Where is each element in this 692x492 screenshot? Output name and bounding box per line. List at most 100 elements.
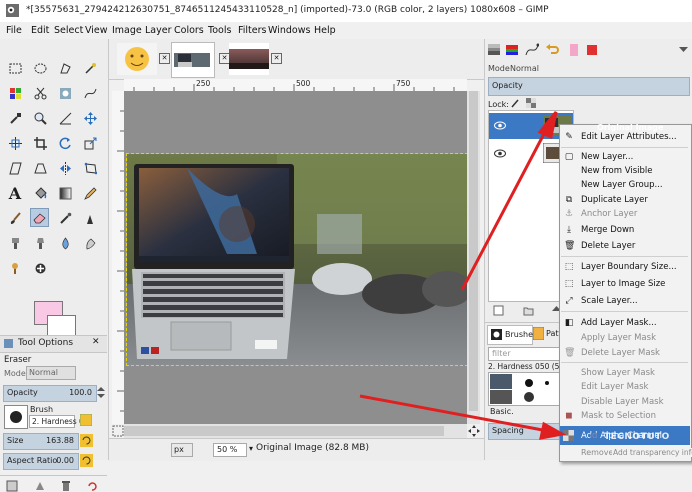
zoom-icon[interactable] xyxy=(31,109,49,127)
delete-options-icon[interactable] xyxy=(60,480,72,492)
bucket-fill-icon[interactable] xyxy=(31,184,49,202)
clone-icon[interactable] xyxy=(6,234,24,252)
heal-icon[interactable] xyxy=(31,259,49,277)
menu-item-delete-layer[interactable]: Delete Layer xyxy=(581,241,635,251)
shear-icon[interactable] xyxy=(6,159,24,177)
menu-edit[interactable]: Edit xyxy=(31,25,49,36)
menu-tools[interactable]: Tools xyxy=(208,25,231,36)
layers-tab-icon[interactable] xyxy=(487,43,501,57)
eraser-icon[interactable] xyxy=(30,208,49,227)
rect-select-icon[interactable] xyxy=(6,59,24,77)
ellipse-select-icon[interactable] xyxy=(31,59,49,77)
menu-item-new-layer-group[interactable]: New Layer Group... xyxy=(581,180,663,190)
menu-colors[interactable]: Colors xyxy=(174,25,204,36)
smudge-icon[interactable] xyxy=(81,234,99,252)
close-tab-icon[interactable]: ✕ xyxy=(271,53,282,64)
brushes-tab-icon[interactable] xyxy=(567,43,581,57)
horizontal-scrollbar[interactable] xyxy=(124,424,467,438)
menu-item-layer-to-image-size[interactable]: Layer to Image Size xyxy=(581,279,665,289)
tool-options-tab[interactable]: Tool Options ✕ xyxy=(0,335,107,353)
image-canvas[interactable] xyxy=(126,153,468,366)
cage-transform-icon[interactable] xyxy=(81,159,99,177)
select-by-color-icon[interactable] xyxy=(6,84,24,102)
size-slider[interactable]: Size 163.88 xyxy=(3,433,79,450)
reset-options-icon[interactable] xyxy=(86,480,98,492)
unit-select[interactable]: px xyxy=(171,443,193,457)
quick-mask-icon[interactable] xyxy=(112,424,124,438)
zoom-dropdown-icon[interactable]: ▾ xyxy=(249,444,253,453)
lock-pixels-icon[interactable] xyxy=(511,98,521,108)
pencil-icon[interactable] xyxy=(81,184,99,202)
foreground-select-icon[interactable] xyxy=(56,84,74,102)
brush-edit-icon[interactable] xyxy=(80,414,92,426)
text-tool-icon[interactable]: A xyxy=(6,184,24,203)
menu-image[interactable]: Image xyxy=(112,25,142,36)
opacity-spin-icon[interactable] xyxy=(97,387,105,398)
colors-tab-icon[interactable] xyxy=(585,43,599,57)
perspective-icon[interactable] xyxy=(31,159,49,177)
menu-select[interactable]: Select xyxy=(54,25,83,36)
menu-item-merge-down[interactable]: Merge Down xyxy=(581,225,634,235)
layer-name-original[interactable]: Original Image xyxy=(597,123,663,132)
zoom-select[interactable]: 50 % xyxy=(213,443,247,457)
patterns-tab[interactable]: Patt xyxy=(533,325,562,343)
dodge-burn-icon[interactable] xyxy=(6,259,24,277)
image-tab-2[interactable]: ✕ xyxy=(171,42,230,78)
flip-icon[interactable] xyxy=(56,159,74,177)
lock-alpha-icon[interactable] xyxy=(526,98,536,108)
move-icon[interactable] xyxy=(81,109,99,127)
menu-layer[interactable]: Layer xyxy=(145,25,172,36)
menu-item-duplicate-layer[interactable]: Duplicate Layer xyxy=(581,195,648,205)
brush-name-field[interactable]: 2. Hardness 0 xyxy=(29,415,84,428)
crop-icon[interactable] xyxy=(31,134,49,152)
new-group-icon[interactable] xyxy=(523,305,534,316)
gradient-icon[interactable] xyxy=(56,184,74,202)
menu-item-add-layer-mask[interactable]: Add Layer Mask... xyxy=(581,318,657,328)
channels-tab-icon[interactable] xyxy=(505,43,519,57)
menu-item-scale-layer[interactable]: Scale Layer... xyxy=(581,296,638,306)
menu-view[interactable]: View xyxy=(85,25,108,36)
scroll-thumb[interactable] xyxy=(469,91,478,411)
save-options-icon[interactable] xyxy=(6,480,18,492)
menu-filters[interactable]: Filters xyxy=(238,25,266,36)
fuzzy-select-icon[interactable] xyxy=(81,59,99,77)
layer-opacity-slider[interactable]: Opacity xyxy=(488,77,690,96)
opacity-slider[interactable]: Opacity 100.0 xyxy=(3,385,97,402)
paintbrush-icon[interactable] xyxy=(6,209,24,227)
color-picker-icon[interactable] xyxy=(6,109,24,127)
scissors-icon[interactable] xyxy=(31,84,49,102)
layer-mode-value[interactable]: Normal xyxy=(510,64,539,73)
new-layer-icon[interactable] xyxy=(493,305,504,316)
navigate-icon[interactable] xyxy=(468,425,480,437)
restore-options-icon[interactable] xyxy=(34,480,46,492)
align-icon[interactable] xyxy=(6,134,24,152)
aspect-reset-icon[interactable] xyxy=(80,454,93,467)
brush-grid[interactable] xyxy=(488,372,560,406)
dock-menu-icon[interactable] xyxy=(678,44,689,55)
tool-options-close-icon[interactable]: ✕ xyxy=(92,337,100,347)
paths-icon[interactable] xyxy=(81,84,99,102)
image-tab-3[interactable]: ✕ xyxy=(229,43,282,75)
menu-windows[interactable]: Windows xyxy=(268,25,310,36)
scale-tool-icon[interactable] xyxy=(81,134,99,152)
scroll-thumb[interactable] xyxy=(124,426,444,436)
rotate-icon[interactable] xyxy=(56,134,74,152)
image-tab-1[interactable]: ✕ xyxy=(117,43,170,75)
perspective-clone-icon[interactable] xyxy=(31,234,49,252)
brush-preview[interactable] xyxy=(4,405,28,429)
paths-tab-icon[interactable] xyxy=(525,43,539,57)
vertical-scrollbar[interactable] xyxy=(467,91,480,424)
brushes-tab[interactable]: Brushes xyxy=(487,325,537,345)
menu-help[interactable]: Help xyxy=(314,25,336,36)
visibility-eye-icon[interactable] xyxy=(494,149,506,158)
aspect-ratio-slider[interactable]: Aspect Ratio 0.00 xyxy=(3,453,79,470)
ink-icon[interactable] xyxy=(81,209,99,227)
mode-select[interactable]: Normal xyxy=(26,366,76,380)
free-select-icon[interactable] xyxy=(56,59,74,77)
undo-tab-icon[interactable] xyxy=(545,43,559,57)
measure-icon[interactable] xyxy=(56,109,74,127)
visibility-eye-icon[interactable] xyxy=(494,121,506,130)
brush-filter-input[interactable]: filter xyxy=(488,347,560,361)
spacing-slider[interactable]: Spacing xyxy=(488,423,560,440)
menu-item-edit-layer-attributes[interactable]: Edit Layer Attributes... xyxy=(581,132,677,142)
